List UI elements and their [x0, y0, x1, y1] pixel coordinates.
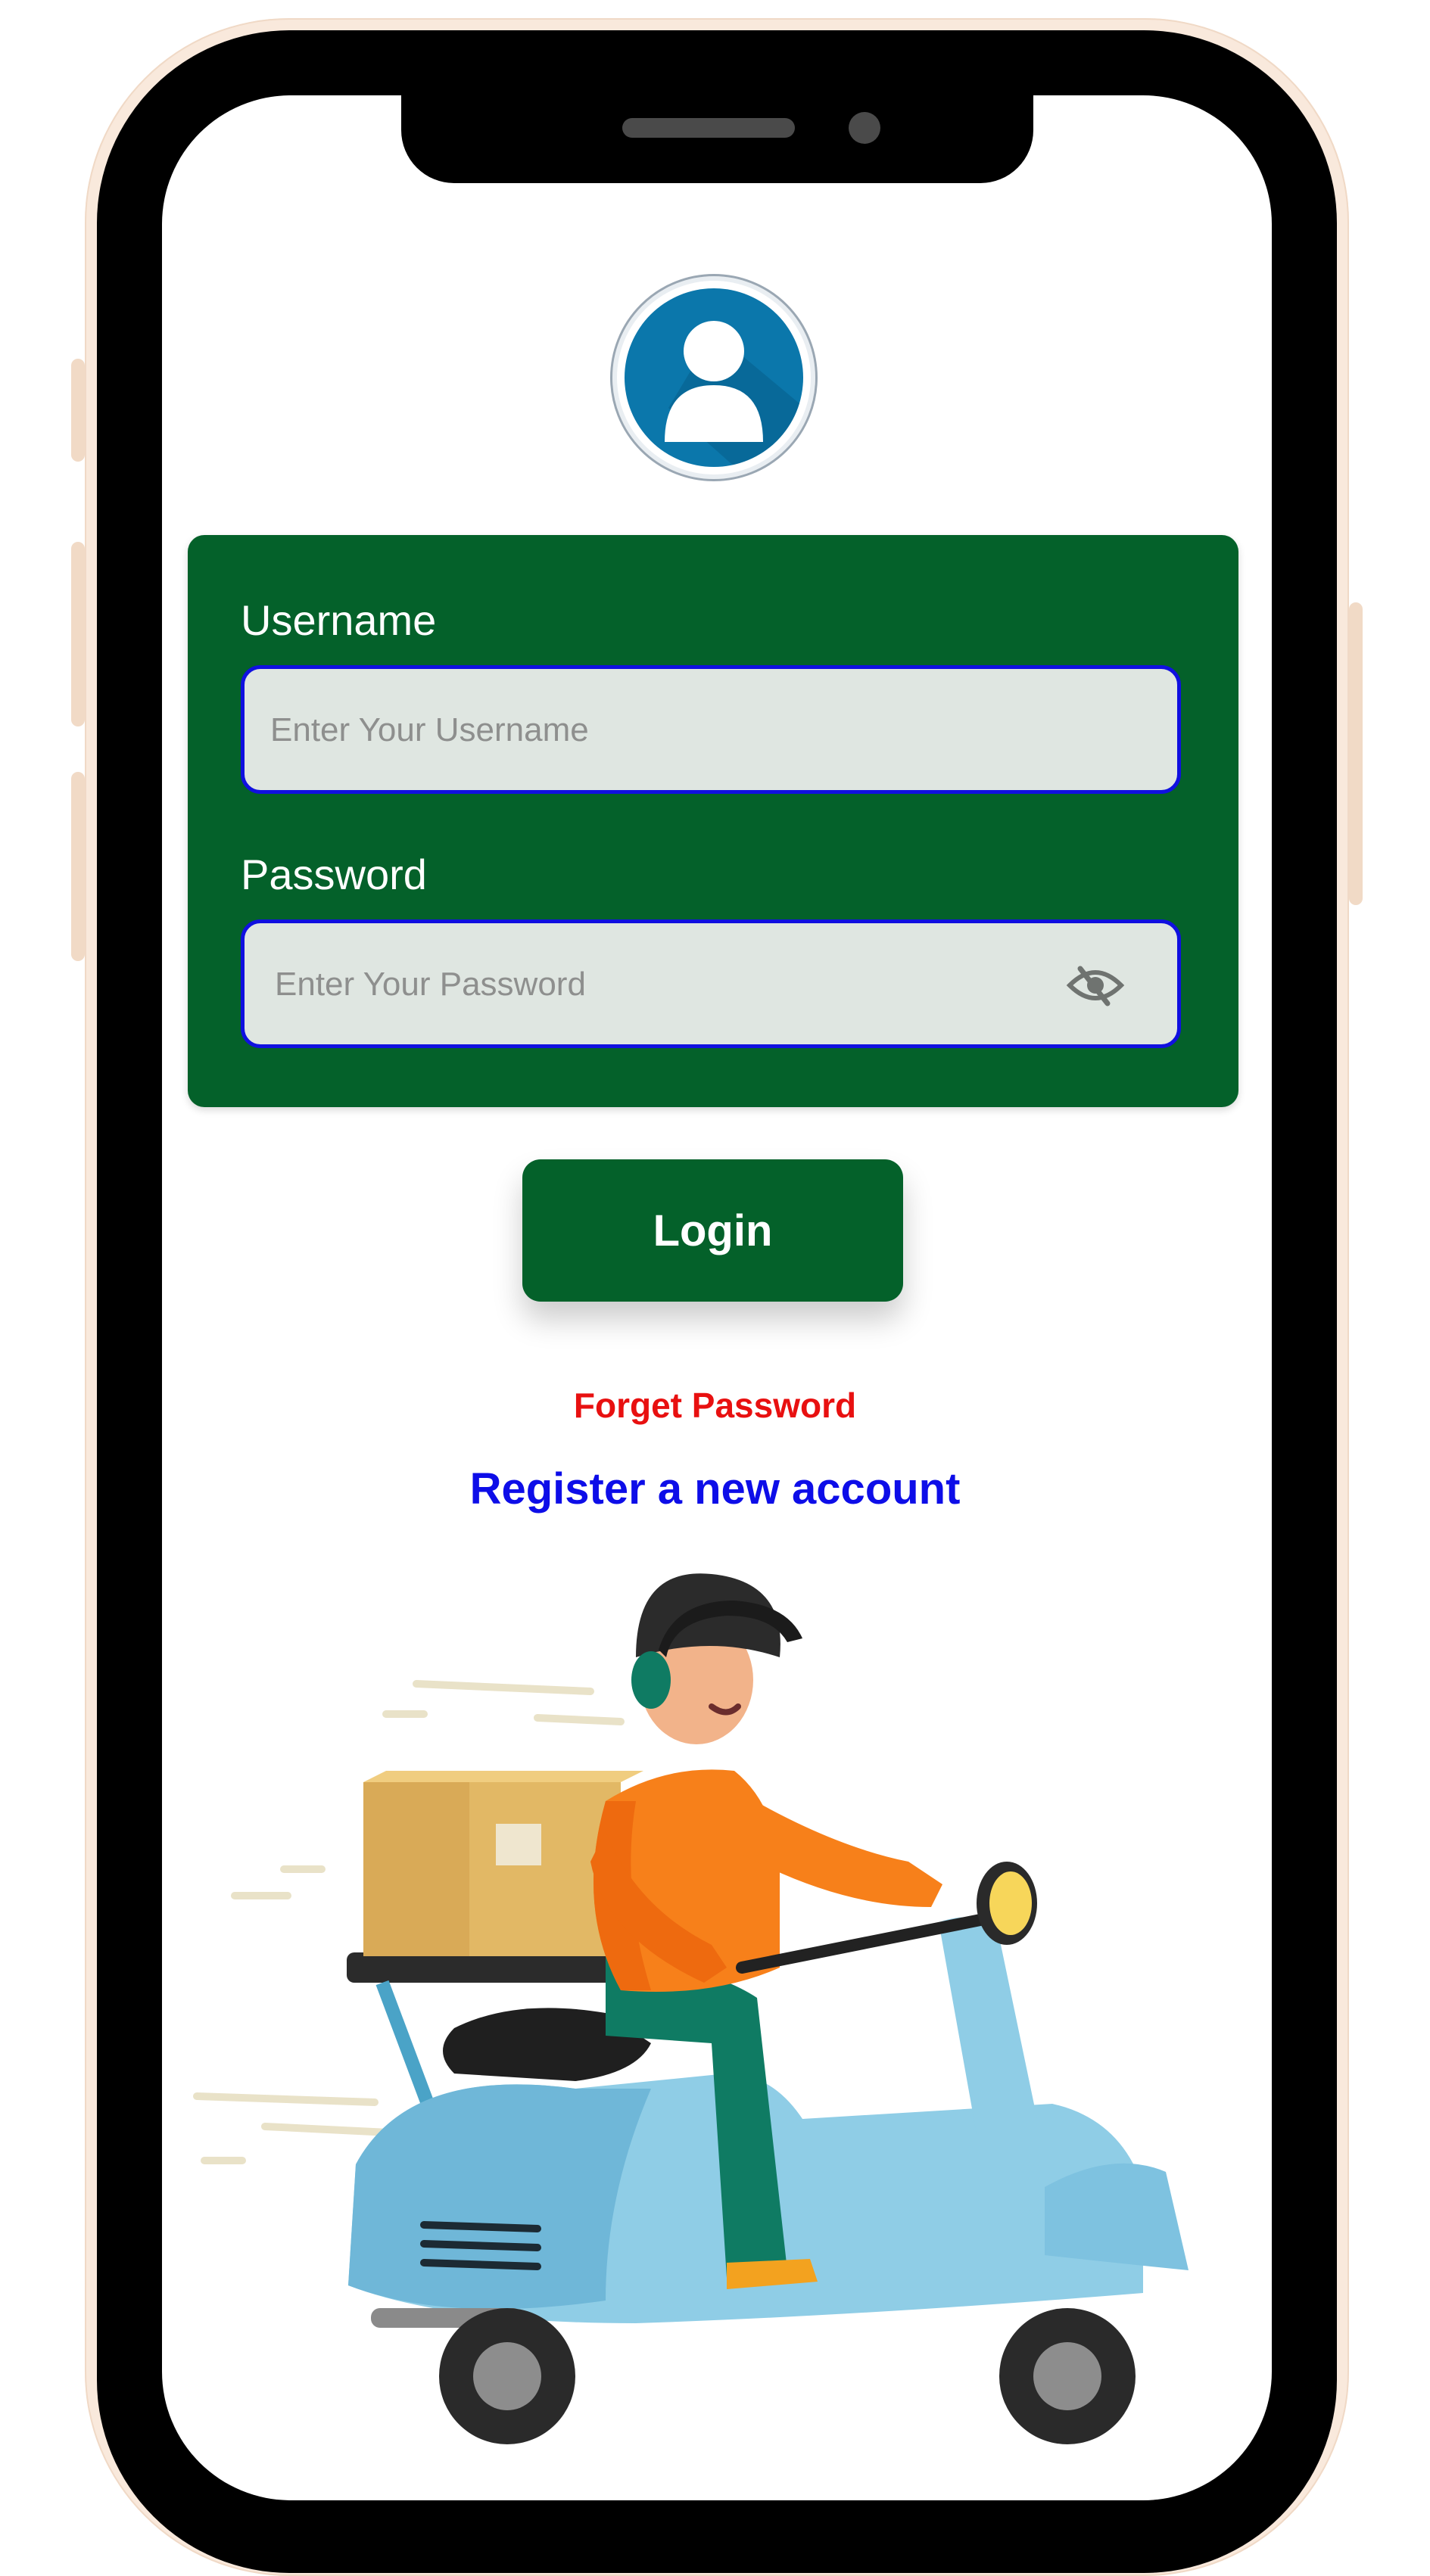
- eye-slash-icon[interactable]: [1065, 963, 1126, 1008]
- delivery-scooter-illustration: [182, 1544, 1226, 2478]
- register-link[interactable]: Register a new account: [0, 1464, 1430, 1514]
- speaker-grille: [622, 118, 795, 138]
- user-avatar-icon: [610, 274, 818, 481]
- password-label: Password: [241, 851, 427, 898]
- phone-notch: [401, 95, 1033, 183]
- phone-side-button: [71, 772, 85, 961]
- login-form-card: Username Password: [188, 535, 1238, 1107]
- password-field-wrapper: [241, 919, 1181, 1048]
- username-label: Username: [241, 596, 437, 644]
- username-field-wrapper: [241, 665, 1181, 794]
- phone-side-button: [71, 359, 85, 462]
- username-input[interactable]: [269, 669, 1029, 792]
- password-input[interactable]: [273, 923, 1033, 1046]
- phone-side-button: [1349, 602, 1363, 905]
- forget-password-link[interactable]: Forget Password: [0, 1385, 1430, 1426]
- phone-side-button: [71, 542, 85, 726]
- front-camera: [849, 112, 880, 144]
- login-button[interactable]: Login: [522, 1159, 903, 1302]
